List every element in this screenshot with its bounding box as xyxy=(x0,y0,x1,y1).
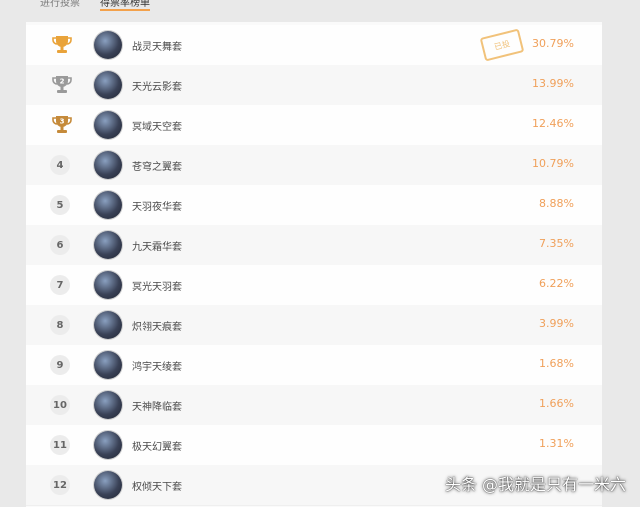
active-tab-indicator xyxy=(100,9,150,11)
avatar xyxy=(94,351,122,379)
vote-percentage: 10.79% xyxy=(532,157,574,170)
vote-percentage: 1.66% xyxy=(539,397,574,410)
rank-badge: 6 xyxy=(50,235,70,255)
rank-badge: 12 xyxy=(50,475,70,495)
vote-percentage: 8.88% xyxy=(539,197,574,210)
rank-badge: 5 xyxy=(50,195,70,215)
avatar xyxy=(94,71,122,99)
trophy-icon: 3 xyxy=(50,113,74,137)
svg-text:2: 2 xyxy=(60,78,65,86)
avatar xyxy=(94,111,122,139)
item-name: 天神降临套 xyxy=(132,402,182,413)
vote-percentage: 12.46% xyxy=(532,117,574,130)
list-item[interactable]: 11 极天幻翼套 1.31% xyxy=(26,425,602,466)
item-name: 冥光天羽套 xyxy=(132,282,182,293)
avatar xyxy=(94,471,122,499)
vote-percentage: 3.99% xyxy=(539,317,574,330)
item-name: 苍穹之翼套 xyxy=(132,162,182,173)
list-item[interactable]: 2 天光云影套 13.99% xyxy=(26,65,602,106)
rank-badge: 10 xyxy=(50,395,70,415)
watermark: 头条 @我就是只有一米六 xyxy=(444,475,626,494)
avatar xyxy=(94,151,122,179)
voted-stamp: 已投 xyxy=(479,28,525,62)
rank-badge: 8 xyxy=(50,315,70,335)
avatar xyxy=(94,191,122,219)
avatar xyxy=(94,231,122,259)
item-name: 天羽夜华套 xyxy=(132,202,182,213)
item-name: 冥域天空套 xyxy=(132,122,182,133)
vote-percentage: 30.79% xyxy=(532,37,574,50)
list-item[interactable]: 战灵天舞套 已投 30.79% xyxy=(26,25,602,66)
avatar xyxy=(94,311,122,339)
ranking-list: 战灵天舞套 已投 30.79% 2 天光云影套 13.99% 3 冥域天空套 12.46% 4 苍穹… xyxy=(26,22,602,507)
avatar xyxy=(94,431,122,459)
list-item[interactable]: 5 天羽夜华套 8.88% xyxy=(26,185,602,226)
rank-badge: 9 xyxy=(50,355,70,375)
avatar xyxy=(94,271,122,299)
item-name: 权倾天下套 xyxy=(132,482,182,493)
vote-percentage: 1.68% xyxy=(539,357,574,370)
rank-badge: 4 xyxy=(50,155,70,175)
item-name: 鸿宇天绫套 xyxy=(132,362,182,373)
svg-text:3: 3 xyxy=(60,118,65,126)
list-item[interactable]: 7 冥光天羽套 6.22% xyxy=(26,265,602,306)
trophy-icon xyxy=(50,33,74,57)
vote-percentage: 6.22% xyxy=(539,277,574,290)
item-name: 九天霜华套 xyxy=(132,242,182,253)
list-item[interactable]: 3 冥域天空套 12.46% xyxy=(26,105,602,146)
rank-badge: 7 xyxy=(50,275,70,295)
tab-vote[interactable]: 进行投票 xyxy=(40,0,80,9)
tab-ranking[interactable]: 得票率榜单 xyxy=(100,0,150,9)
list-item[interactable]: 10 天神降临套 1.66% xyxy=(26,385,602,426)
avatar xyxy=(94,391,122,419)
list-item[interactable]: 8 炽翎天痕套 3.99% xyxy=(26,305,602,346)
item-name: 战灵天舞套 xyxy=(132,42,182,53)
item-name: 炽翎天痕套 xyxy=(132,322,182,333)
list-item[interactable]: 6 九天霜华套 7.35% xyxy=(26,225,602,266)
vote-percentage: 1.31% xyxy=(539,437,574,450)
item-name: 极天幻翼套 xyxy=(132,442,182,453)
avatar xyxy=(94,31,122,59)
vote-percentage: 7.35% xyxy=(539,237,574,250)
vote-percentage: 13.99% xyxy=(532,77,574,90)
item-name: 天光云影套 xyxy=(132,82,182,93)
rank-badge: 11 xyxy=(50,435,70,455)
trophy-icon: 2 xyxy=(50,73,74,97)
list-item[interactable]: 4 苍穹之翼套 10.79% xyxy=(26,145,602,186)
list-item[interactable]: 9 鸿宇天绫套 1.68% xyxy=(26,345,602,386)
